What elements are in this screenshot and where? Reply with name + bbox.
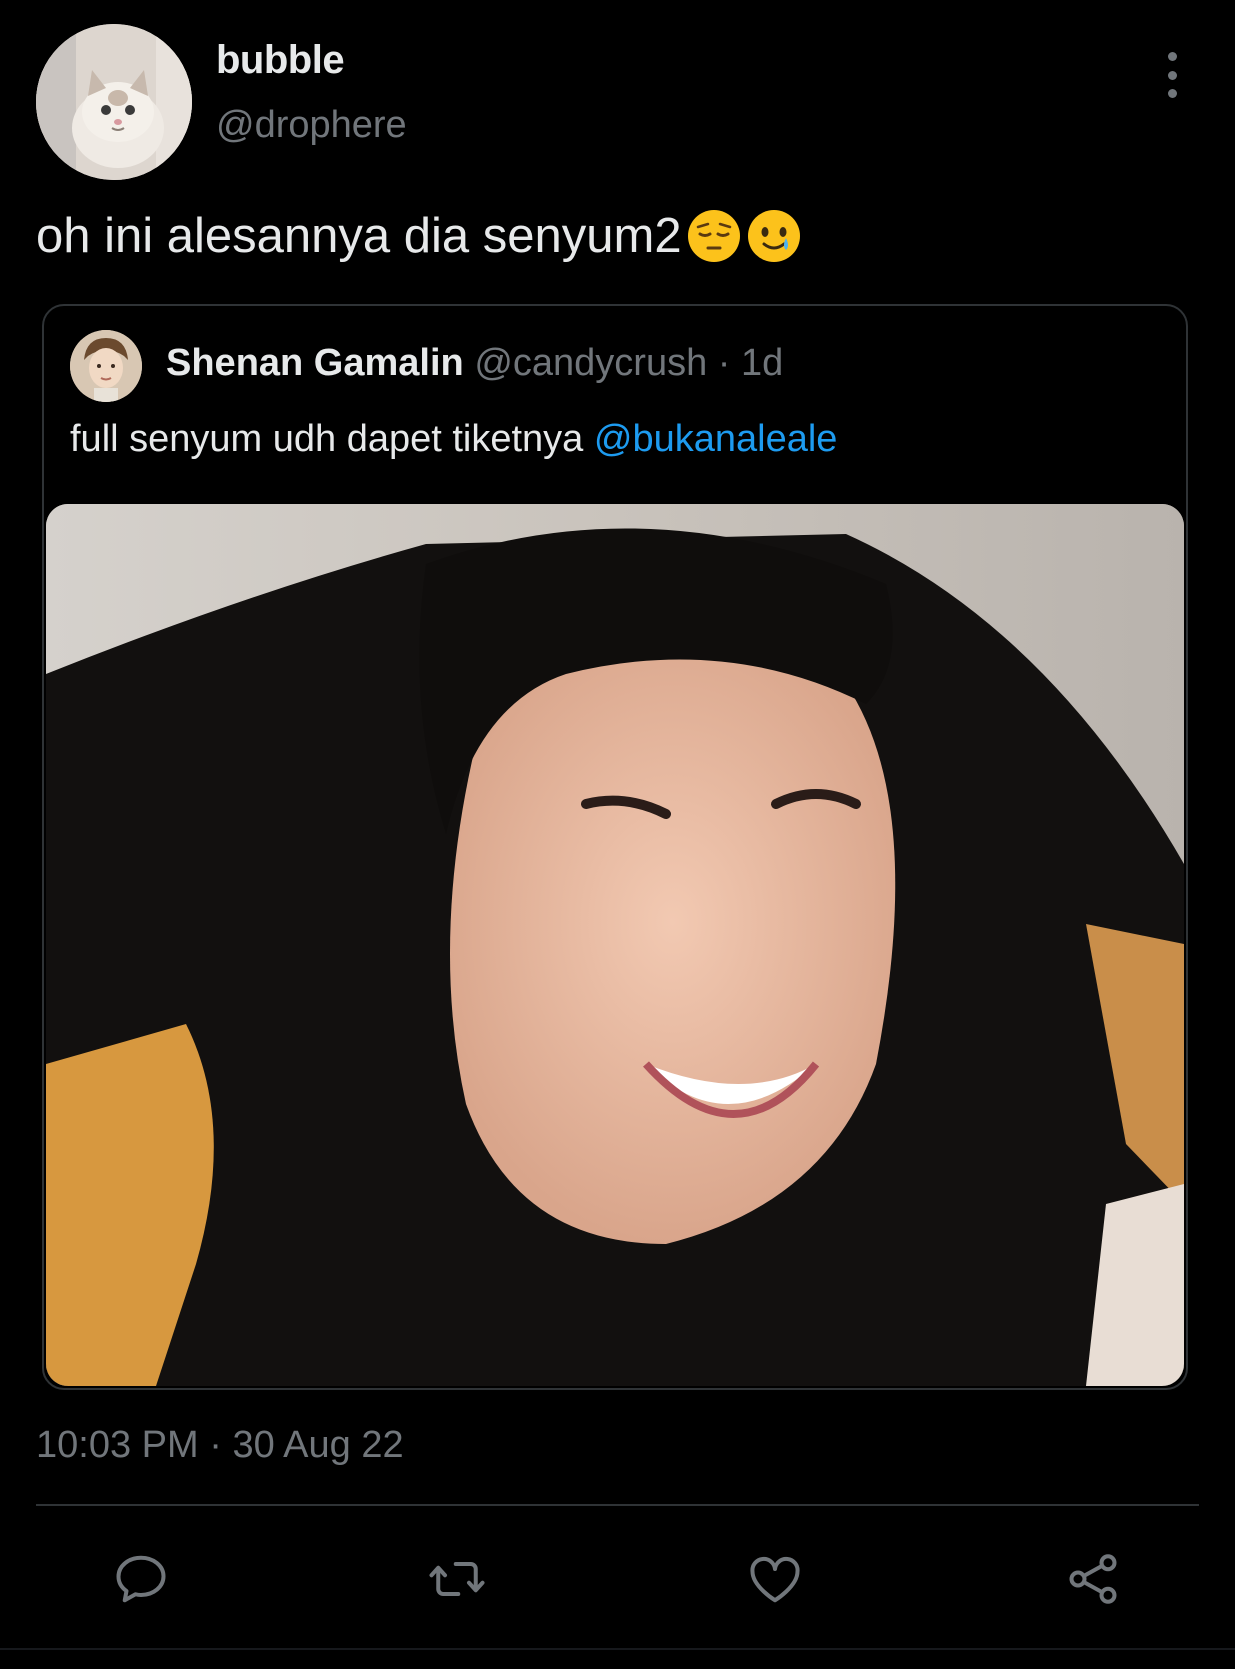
- smiling-person-photo-icon: [46, 504, 1184, 1386]
- retweet-icon: [429, 1562, 485, 1596]
- divider: [36, 1504, 1199, 1506]
- retweet-button[interactable]: [424, 1546, 490, 1612]
- quoted-separator: ·: [717, 342, 731, 384]
- quoted-tweet-text: full senyum udh dapet tiketnya @bukanale…: [70, 418, 837, 461]
- quoted-tweet-media[interactable]: [46, 504, 1184, 1386]
- share-button[interactable]: [1060, 1546, 1126, 1612]
- tweet-text: oh ini alesannya dia senyum2: [36, 208, 802, 264]
- like-icon: [750, 1556, 800, 1603]
- timestamp-time[interactable]: 10:03 PM: [36, 1424, 199, 1466]
- timestamp-separator: ·: [209, 1424, 222, 1466]
- more-options-icon[interactable]: [1152, 52, 1192, 98]
- quoted-text-content: full senyum udh dapet tiketnya: [70, 418, 584, 460]
- author-display-name[interactable]: bubble: [216, 38, 345, 83]
- quoted-tweet-header: Shenan Gamalin @candycrush · 1d: [166, 342, 783, 385]
- tweet-text-content: oh ini alesannya dia senyum2: [36, 209, 682, 263]
- reply-button[interactable]: [108, 1546, 174, 1612]
- cat-avatar-icon: [36, 24, 192, 180]
- like-button[interactable]: [742, 1546, 808, 1612]
- tweet-timestamp: 10:03 PM · 30 Aug 22: [36, 1424, 404, 1467]
- quoted-display-name[interactable]: Shenan Gamalin: [166, 342, 464, 384]
- timestamp-date[interactable]: 30 Aug 22: [232, 1424, 403, 1466]
- author-avatar[interactable]: [36, 24, 192, 180]
- author-handle[interactable]: @drophere: [216, 104, 407, 147]
- share-icon: [1069, 1554, 1117, 1604]
- quoted-tweet-card[interactable]: Shenan Gamalin @candycrush · 1d full sen…: [42, 304, 1188, 1390]
- person-avatar-icon: [70, 330, 142, 402]
- quoted-handle[interactable]: @candycrush: [474, 342, 707, 384]
- pensive-face-emoji-icon: [687, 210, 740, 262]
- reply-icon: [116, 1555, 166, 1603]
- quoted-author-avatar[interactable]: [70, 330, 142, 402]
- quoted-time: 1d: [741, 342, 784, 384]
- bottom-divider: [0, 1648, 1235, 1650]
- quoted-mention-link[interactable]: @bukanaleale: [594, 418, 838, 460]
- smiling-face-with-tear-emoji-icon: [747, 210, 800, 262]
